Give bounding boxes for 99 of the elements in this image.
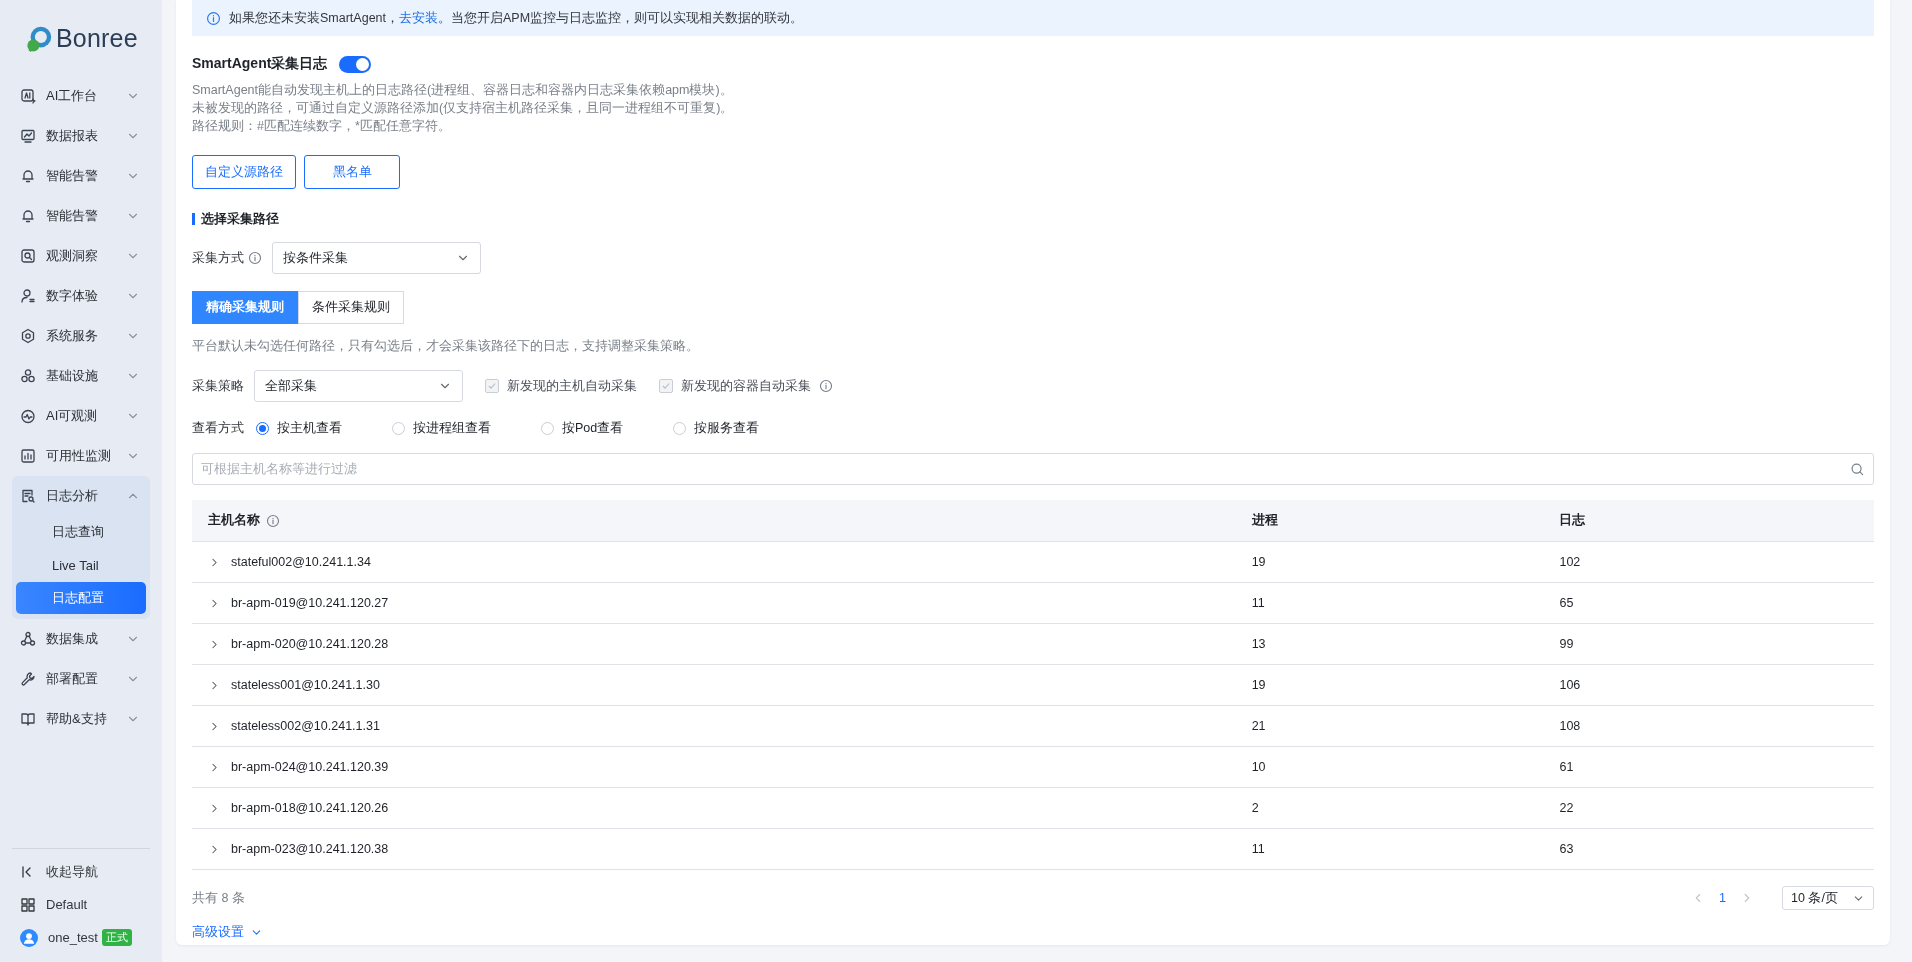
table-cell: 99 <box>1559 637 1574 651</box>
radio-button[interactable] <box>256 422 269 435</box>
nav-item[interactable]: 部署配置 <box>12 659 150 699</box>
checkbox-label: 新发现的主机自动采集 <box>507 377 637 395</box>
description-text: 未被发现的路径，可通过自定义源路径添加(仅支持宿主机路径采集，且同一进程组不可重复)。 <box>192 100 734 117</box>
table-cell: 11 <box>1251 596 1265 610</box>
nav-item[interactable]: 智能告警 <box>12 196 150 236</box>
nav-item[interactable]: 基础设施 <box>12 356 150 396</box>
strategy-dropdown[interactable]: 全部采集 <box>254 370 463 402</box>
grid-icon <box>20 896 36 913</box>
column-header: 日志 <box>1559 512 1586 529</box>
page-button[interactable]: 1 <box>1715 891 1730 905</box>
total-count: 共有 8 条 <box>192 889 245 907</box>
table-cell: 22 <box>1559 801 1574 815</box>
nav-item[interactable]: 数据报表 <box>12 116 150 156</box>
filter-field[interactable]: 可根据主机名称等进行过滤 <box>192 453 1874 485</box>
outline-button[interactable]: 自定义源路径 <box>192 155 296 189</box>
nav-item[interactable]: 日志分析 <box>12 476 150 516</box>
table-cell: stateless001@10.241.1.30 <box>231 678 380 692</box>
table-cell: br-apm-020@10.241.120.28 <box>231 637 389 651</box>
nav-item[interactable]: 观测洞察 <box>12 236 150 276</box>
table-cell: 63 <box>1559 842 1574 856</box>
table-cell: 11 <box>1251 842 1265 856</box>
table-cell: 61 <box>1559 760 1574 774</box>
table-cell: 65 <box>1559 596 1574 610</box>
user-name: one_test <box>48 930 98 945</box>
circles-icon <box>20 368 36 384</box>
table-cell: 2 <box>1251 801 1259 815</box>
table-cell: br-apm-024@10.241.120.39 <box>231 760 389 774</box>
radio-label: 按服务查看 <box>694 420 760 437</box>
wrench-icon <box>20 671 36 687</box>
section-heading: 选择采集路径 <box>192 213 279 225</box>
nav-subitem[interactable]: Live Tail <box>16 549 146 581</box>
table-cell: stateless002@10.241.1.31 <box>231 719 380 733</box>
radio-label: 按Pod查看 <box>562 420 624 437</box>
table-cell: 10 <box>1251 760 1266 774</box>
nav-item[interactable]: 数字体验 <box>12 276 150 316</box>
table-cell: 106 <box>1559 678 1581 692</box>
table-cell: 102 <box>1559 555 1581 569</box>
outline-button[interactable]: 黑名单 <box>304 155 400 189</box>
nav-item[interactable]: 系统服务 <box>12 316 150 356</box>
section-title: SmartAgent采集日志 <box>192 55 328 73</box>
chart-icon <box>20 448 36 464</box>
field-label: 采集方式 <box>192 249 244 267</box>
user-icon <box>20 288 36 304</box>
hexagon-icon <box>20 328 36 344</box>
avatar-icon[interactable] <box>20 928 38 947</box>
search-icon <box>20 248 36 264</box>
chip-icon <box>20 88 36 104</box>
book-icon <box>20 711 36 727</box>
table-cell: stateful002@10.241.1.34 <box>231 555 371 569</box>
table-cell: 19 <box>1251 555 1266 569</box>
info-icon <box>206 10 221 26</box>
nav-item[interactable]: 可用性监测 <box>12 436 150 476</box>
description-text: SmartAgent能自动发现主机上的日志路径(进程组、容器日志和容器内日志采集依赖apm模块)。 <box>192 82 733 99</box>
bell-icon <box>20 208 36 224</box>
advanced-settings-link[interactable]: 高级设置 <box>192 924 263 941</box>
rule-tab[interactable]: 精确采集规则 <box>192 291 298 324</box>
radio-label: 按主机查看 <box>277 420 342 437</box>
bell-icon <box>20 168 36 184</box>
radio-label: 按进程组查看 <box>413 420 491 437</box>
table-cell: br-apm-018@10.241.120.26 <box>231 801 389 815</box>
column-header: 进程 <box>1251 512 1278 529</box>
column-header: 主机名称 <box>208 512 260 529</box>
nav-item[interactable]: 智能告警 <box>12 156 150 196</box>
method-dropdown[interactable]: 按条件采集 <box>272 242 481 274</box>
install-link[interactable]: 去安装 <box>399 10 438 25</box>
field-label: 查看方式 <box>192 420 244 437</box>
table-cell: br-apm-019@10.241.120.27 <box>231 596 389 610</box>
nodes-icon <box>20 631 36 647</box>
table-cell: br-apm-023@10.241.120.38 <box>231 842 389 856</box>
banner-text: 如果您还未安装SmartAgent，去安装。当您开启APM监控与日志监控，则可以实现相关数据的联动。 <box>229 9 804 27</box>
document-search-icon <box>20 488 36 504</box>
nav-subitem[interactable]: 日志查询 <box>16 516 146 548</box>
nav-item[interactable]: 数据集成 <box>12 619 150 659</box>
nav-subitem[interactable]: 日志配置 <box>16 582 146 614</box>
logo-text: Bonree <box>56 23 138 53</box>
checkbox-label: 新发现的容器自动采集 <box>681 377 811 395</box>
table-cell: 21 <box>1251 719 1266 733</box>
collapse-nav-button[interactable]: 收起导航 <box>12 855 150 888</box>
table-cell: 108 <box>1559 719 1581 733</box>
field-label: 采集策略 <box>192 377 244 395</box>
check-icon <box>487 381 497 391</box>
check-icon <box>661 381 671 391</box>
toggle-switch[interactable] <box>339 55 372 73</box>
chart-icon <box>20 128 36 144</box>
nav-item[interactable]: 帮助&支持 <box>12 699 150 739</box>
description-text: 路径规则：#匹配连续数字，*匹配任意字符。 <box>192 118 451 135</box>
table-cell: 19 <box>1251 678 1266 692</box>
page-size-dropdown[interactable]: 10 条/页 <box>1782 886 1874 910</box>
search-icon[interactable] <box>1850 462 1865 477</box>
rule-tab[interactable]: 条件采集规则 <box>298 291 404 324</box>
workspace-button[interactable]: Default <box>12 888 150 921</box>
table-cell: 13 <box>1251 637 1266 651</box>
hint-text: 平台默认未勾选任何路径，只有勾选后，才会采集该路径下的日志，支持调整采集策略。 <box>192 338 700 355</box>
pulse-icon <box>20 408 36 424</box>
nav-item[interactable]: AI可观测 <box>12 396 150 436</box>
nav-item[interactable]: AI工作台 <box>12 76 150 116</box>
env-badge: 正式 <box>101 929 132 946</box>
